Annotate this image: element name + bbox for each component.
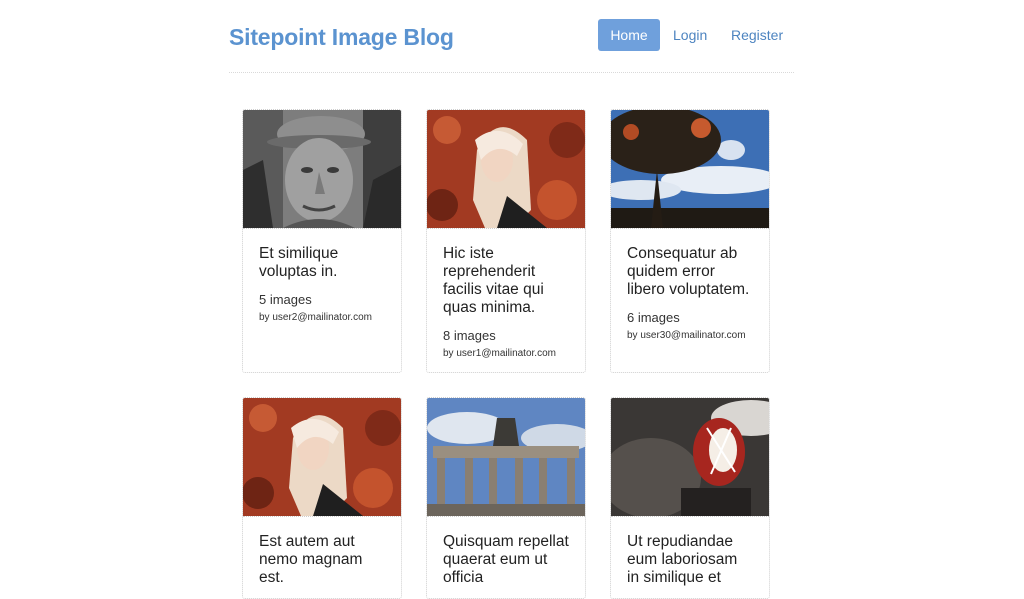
card-author: by user2@mailinator.com	[259, 312, 372, 323]
card-title[interactable]: Est autem aut nemo magnam est.	[259, 533, 385, 587]
page: Sitepoint Image Blog Home Login Register	[0, 0, 1024, 599]
card-image-count: 6 images	[627, 310, 680, 325]
card-body: Hic iste reprehenderit facilis vitae qui…	[427, 229, 585, 372]
nav-register[interactable]: Register	[731, 19, 783, 51]
gallery-thumbnail[interactable]	[611, 398, 769, 517]
card-body: Est autem aut nemo magnam est.	[243, 517, 401, 598]
gallery-card[interactable]: Consequatur ab quidem error libero volup…	[610, 109, 770, 373]
gallery-thumbnail[interactable]	[243, 110, 401, 229]
card-title[interactable]: Hic iste reprehenderit facilis vitae qui…	[443, 245, 569, 317]
site-header: Sitepoint Image Blog Home Login Register	[229, 0, 794, 73]
card-body: Consequatur ab quidem error libero volup…	[611, 229, 769, 360]
card-author: by user30@mailinator.com	[627, 330, 746, 341]
gallery-thumbnail[interactable]	[427, 110, 585, 229]
gallery-thumbnail[interactable]	[611, 110, 769, 229]
card-author: by user1@mailinator.com	[443, 348, 556, 359]
card-body: Quisquam repellat quaerat eum ut officia	[427, 517, 585, 598]
nav-home[interactable]: Home	[598, 19, 660, 51]
card-title[interactable]: Ut repudiandae eum laboriosam in similiq…	[627, 533, 753, 587]
site-brand[interactable]: Sitepoint Image Blog	[229, 24, 454, 51]
card-title[interactable]: Et similique voluptas in.	[259, 245, 385, 281]
card-title[interactable]: Quisquam repellat quaerat eum ut officia	[443, 533, 569, 587]
card-image-count: 5 images	[259, 292, 312, 307]
card-image-count: 8 images	[443, 328, 496, 343]
gallery-card[interactable]: Ut repudiandae eum laboriosam in similiq…	[610, 397, 770, 599]
card-body: Ut repudiandae eum laboriosam in similiq…	[611, 517, 769, 598]
gallery-card[interactable]: Est autem aut nemo magnam est.	[242, 397, 402, 599]
card-title[interactable]: Consequatur ab quidem error libero volup…	[627, 245, 753, 299]
card-body: Et similique voluptas in. 5 images by us…	[243, 229, 401, 342]
gallery-thumbnail[interactable]	[427, 398, 585, 517]
nav-login[interactable]: Login	[673, 19, 707, 51]
gallery-card[interactable]: Et similique voluptas in. 5 images by us…	[242, 109, 402, 373]
gallery-thumbnail[interactable]	[243, 398, 401, 517]
gallery-card[interactable]: Quisquam repellat quaerat eum ut officia	[426, 397, 586, 599]
gallery-card[interactable]: Hic iste reprehenderit facilis vitae qui…	[426, 109, 586, 373]
